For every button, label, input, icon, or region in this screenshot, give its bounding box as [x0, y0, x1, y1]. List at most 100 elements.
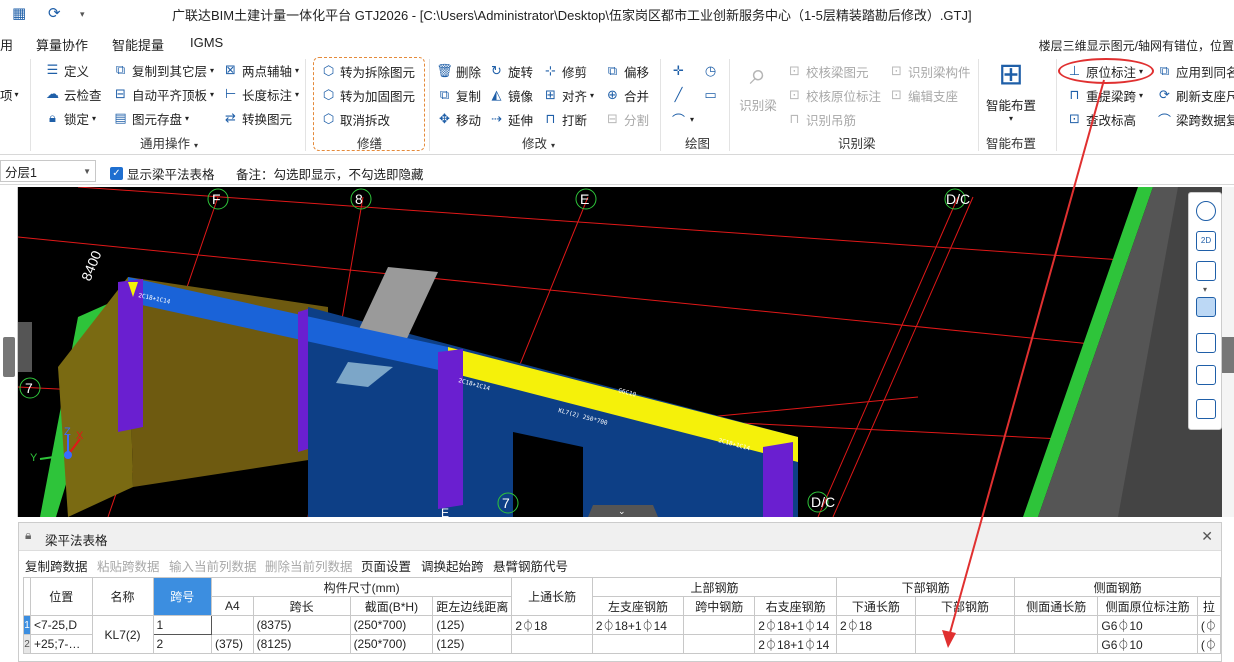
menu-item-collab[interactable]: 算量协作 — [36, 35, 88, 54]
col-header-left-seat[interactable]: 左支座钢筋 — [591, 596, 685, 616]
line-draw-button[interactable]: ╱ — [670, 84, 690, 106]
check-original-annotation-button[interactable]: ⊡ 校核原位标注 — [786, 84, 881, 106]
cell-position[interactable]: <7-25,D — [30, 615, 93, 635]
cell-mid-span[interactable] — [683, 634, 756, 654]
point-draw-button[interactable]: ✛ — [670, 60, 690, 82]
section-view-icon[interactable] — [1196, 333, 1216, 353]
col-header-edge-distance[interactable]: 距左边线距离 — [432, 596, 513, 616]
group-label-general[interactable]: 通用操作 ▾ — [140, 133, 198, 152]
col-header-a4[interactable]: A4 — [211, 596, 254, 616]
to-demolish-button[interactable]: ⬡ 转为拆除图元 — [320, 60, 415, 82]
mirror-button[interactable]: ◭ 镜像 — [488, 84, 534, 106]
align-button[interactable]: ⊞ 对齐 ▾ — [542, 84, 594, 106]
floor-select[interactable]: 分层1 ▼ — [0, 160, 96, 182]
cell-left-seat[interactable] — [591, 634, 685, 654]
col-header-section[interactable]: 截面(B*H) — [349, 596, 434, 616]
close-icon[interactable]: ✕ — [1201, 528, 1213, 545]
cell-side-continuous[interactable] — [1014, 615, 1099, 635]
col-header-right-seat[interactable]: 右支座钢筋 — [754, 596, 838, 616]
col-header-mid-span[interactable]: 跨中钢筋 — [683, 596, 756, 616]
menu-item-igms[interactable]: IGMS — [190, 35, 223, 50]
rect-draw-button[interactable]: ▭ — [702, 84, 722, 106]
col-header-side-continuous[interactable]: 侧面通长筋 — [1014, 596, 1099, 616]
col-header-side-original[interactable]: 侧面原位标注筋 — [1097, 596, 1198, 616]
col-header-bottom[interactable]: 下部钢筋 — [914, 596, 1016, 616]
cell-edge-distance[interactable]: (125) — [432, 634, 513, 654]
swap-start-span-button[interactable]: 调换起始跨 — [421, 556, 484, 575]
col-header-tie[interactable]: 拉 — [1196, 596, 1222, 616]
refresh-support-button[interactable]: ⟳ 刷新支座尺 — [1156, 84, 1234, 106]
group-label-modify[interactable]: 修改 ▾ — [522, 133, 555, 152]
ribbon-item-partial[interactable]: 项 ▾ — [0, 83, 19, 105]
rotate-point-button[interactable]: ◷ — [702, 60, 722, 82]
cell-section[interactable]: (250*700) — [349, 634, 434, 654]
auto-align-top-button[interactable]: ⊟ 自动平齐顶板 ▾ — [112, 83, 214, 105]
break-button[interactable]: ⊓ 打断 — [542, 108, 587, 130]
check-beam-element-button[interactable]: ⊡ 校核梁图元 — [786, 60, 868, 82]
paste-span-data-button[interactable]: 粘贴跨数据 — [97, 556, 160, 575]
cell-a4[interactable] — [211, 615, 254, 635]
cancel-renovation-button[interactable]: ⬡ 取消拆改 — [320, 108, 390, 130]
offset-button[interactable]: ⧉ 偏移 — [604, 60, 649, 82]
row-number[interactable]: 2 — [23, 634, 31, 654]
sync-icon[interactable]: ⟳ — [48, 4, 61, 22]
two-point-axis-button[interactable]: ⊠ 两点辅轴 ▾ — [222, 59, 299, 81]
trim-button[interactable]: ⊹ 修剪 — [542, 60, 587, 82]
cell-left-seat[interactable]: 2⏀18+1⏀14 — [591, 615, 685, 635]
copy-span-data-button[interactable]: 复制跨数据 — [25, 556, 88, 575]
pin-icon[interactable]: 🔒︎ — [25, 528, 31, 543]
col-header-position[interactable]: 位置 — [30, 577, 93, 616]
move-button[interactable]: ✥ 移动 — [436, 108, 481, 130]
define-button[interactable]: ☰ 定义 — [44, 59, 89, 81]
to-reinforce-button[interactable]: ⬡ 转为加固图元 — [320, 84, 415, 106]
original-annotation-button[interactable]: ⊥ 原位标注 ▾ — [1066, 60, 1143, 82]
apply-same-name-button[interactable]: ⧉ 应用到同名 — [1156, 60, 1234, 82]
view-3d-icon[interactable] — [1196, 261, 1216, 281]
identify-beam-button[interactable]: ⌕ 识别梁 — [736, 59, 780, 114]
cell-bottom-continuous[interactable]: 2⏀18 — [836, 615, 916, 635]
cell-section[interactable]: (250*700) — [349, 615, 434, 635]
delete-button[interactable]: 🗑︎ 删除 — [436, 60, 481, 82]
cell-right-seat[interactable]: 2⏀18+1⏀14 — [754, 634, 838, 654]
cell-bottom-continuous[interactable] — [836, 634, 916, 654]
col-header-top-continuous[interactable]: 上通长筋 — [511, 577, 593, 616]
split-button[interactable]: ⊟ 分割 — [604, 108, 649, 130]
col-header-bottom-continuous[interactable]: 下通长筋 — [836, 596, 916, 616]
extend-button[interactable]: ⇢ 延伸 — [488, 108, 533, 130]
cell-position[interactable]: +25;7-… — [30, 634, 93, 654]
row-number[interactable]: 1 — [23, 615, 31, 635]
length-dimension-button[interactable]: ⊢ 长度标注 ▾ — [222, 83, 299, 105]
cell-edge-distance[interactable]: (125) — [432, 615, 513, 635]
lock-button[interactable]: 🔒︎ 锁定 ▾ — [44, 107, 96, 129]
cell-name[interactable]: KL7(2) — [91, 615, 154, 654]
save-element-button[interactable]: ▤ 图元存盘 ▾ — [112, 107, 189, 129]
cell-top-continuous[interactable] — [511, 634, 593, 654]
cloud-check-button[interactable]: ☁ 云检查 — [44, 83, 102, 105]
cell-top-continuous[interactable]: 2⏀18 — [511, 615, 593, 635]
hide-element-icon[interactable] — [1196, 365, 1216, 385]
re-extract-span-button[interactable]: ⊓ 重提梁跨 ▾ — [1066, 84, 1143, 106]
show-table-checkbox[interactable]: ✓ 显示梁平法表格 — [110, 164, 215, 183]
3d-viewport[interactable]: 2C18+1C14 2C18+1C14 G6C10 KL7(2) 250*700… — [18, 187, 1222, 517]
col-header-name[interactable]: 名称 — [91, 577, 154, 616]
cell-span-length[interactable]: (8375) — [252, 615, 351, 635]
merge-button[interactable]: ⊕ 合并 — [604, 84, 649, 106]
copy-button[interactable]: ⧉ 复制 — [436, 84, 481, 106]
view-2d-icon[interactable]: 2D — [1196, 231, 1216, 251]
page-setup-button[interactable]: 页面设置 — [361, 556, 411, 575]
edit-support-button[interactable]: ⊡ 编辑支座 — [888, 84, 958, 106]
cell-side-continuous[interactable] — [1014, 634, 1099, 654]
collapse-left-handle[interactable] — [3, 337, 15, 377]
modify-elevation-button[interactable]: ⊡ 查改标高 — [1066, 108, 1136, 130]
cell-right-seat[interactable]: 2⏀18+1⏀14 — [754, 615, 838, 635]
collapse-right-handle[interactable] — [1222, 337, 1234, 373]
menu-item-use[interactable]: 用 — [0, 35, 13, 54]
cell-tie[interactable]: (⏀ — [1196, 615, 1222, 635]
cell-a4[interactable]: (375) — [211, 634, 254, 654]
cell-span-length[interactable]: (8125) — [252, 634, 351, 654]
col-header-span[interactable]: 跨号 — [152, 577, 213, 616]
cell-span[interactable]: 1 — [152, 615, 213, 635]
solid-view-icon[interactable] — [1196, 297, 1216, 317]
delete-column-data-button[interactable]: 删除当前列数据 — [265, 556, 353, 575]
cell-span[interactable]: 2 — [152, 634, 213, 654]
